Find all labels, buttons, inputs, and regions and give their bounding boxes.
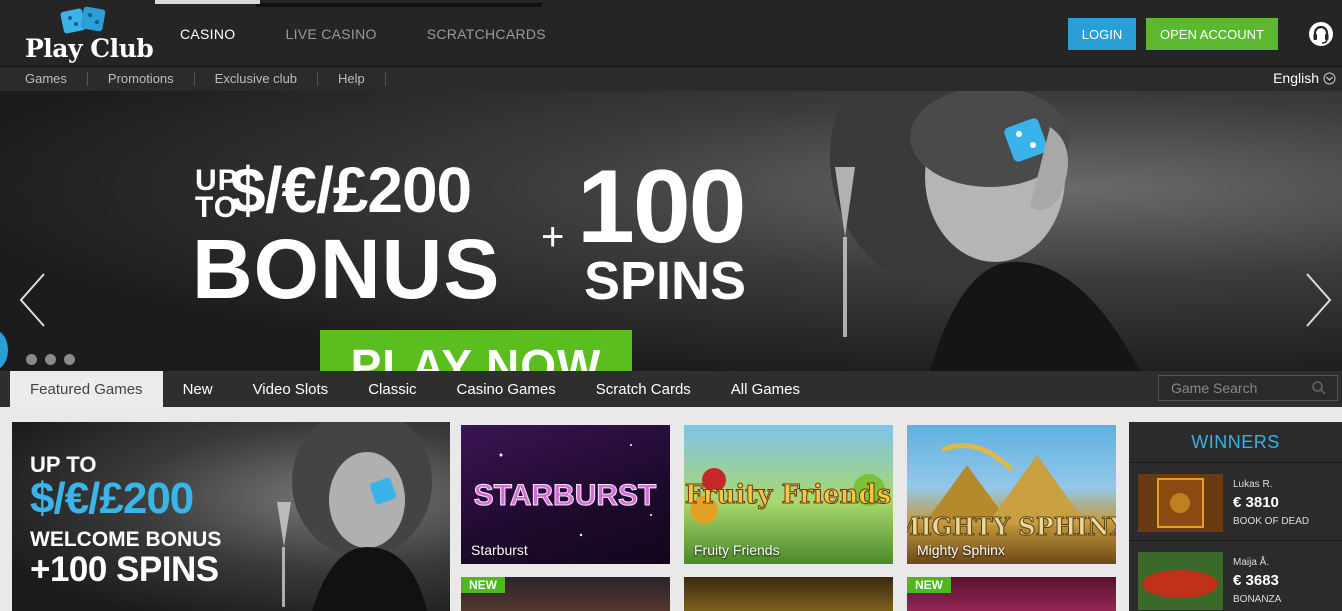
logo-text: Play Club (25, 34, 154, 63)
slider-dot[interactable] (26, 354, 37, 365)
game-tile[interactable] (684, 577, 893, 611)
game-tile-new[interactable]: NEW (461, 577, 670, 611)
game-search-input[interactable] (1159, 376, 1309, 400)
promo-welcome-bonus: WELCOME BONUS (30, 528, 222, 551)
subnav-exclusive-club[interactable]: Exclusive club (195, 72, 319, 86)
tab-featured-games[interactable]: Featured Games (10, 371, 163, 407)
fruity-friends-title: Fruity Friends (685, 480, 892, 510)
winner-amount: € 3683 (1233, 572, 1279, 589)
hero-woman-photo (830, 67, 1140, 371)
top-header: Play Club CASINO LIVE CASINO SCRATCHCARD… (0, 0, 1342, 67)
winners-title: WINNERS (1191, 431, 1280, 452)
tab-casino-games[interactable]: Casino Games (437, 371, 576, 407)
winner-game: BOOK OF DEAD (1233, 516, 1310, 527)
mighty-sphinx-title: MIGHTY SPHINX (907, 512, 1116, 541)
book-of-dead-thumbnail (1138, 474, 1223, 532)
welcome-bonus-promo[interactable]: UP TO $/€/£200 WELCOME BONUS +100 SPINS (12, 422, 450, 611)
hero-bonus-amount: $/€/£200 (230, 154, 472, 226)
top-nav: CASINO LIVE CASINO SCRATCHCARDS (155, 0, 571, 67)
game-name: Starburst (471, 542, 528, 558)
game-name: Mighty Sphinx (917, 542, 1005, 558)
new-badge: NEW (461, 577, 505, 593)
play-now-button[interactable]: PLAY NOW (320, 330, 632, 371)
hero-banner[interactable]: UP TO $/€/£200 BONUS + 100 SPINS PLAY NO… (0, 67, 1342, 371)
slider-dot[interactable] (64, 354, 75, 365)
starburst-title: STARBURST (474, 479, 657, 512)
game-tabs: Featured Games New Video Slots Classic C… (10, 371, 820, 407)
hero-plus-sign: + (541, 215, 565, 259)
winner-amount: € 3810 (1233, 494, 1279, 511)
game-tile-new[interactable]: NEW (907, 577, 1116, 611)
tab-live-casino[interactable]: LIVE CASINO (260, 0, 401, 67)
search-icon[interactable] (1311, 380, 1327, 396)
winner-game: BONANZA (1233, 594, 1282, 605)
slider-prev-icon[interactable] (18, 272, 48, 328)
subnav-games[interactable]: Games (0, 72, 88, 86)
game-tile-fruity-friends[interactable]: Fruity Friends Fruity Friends (684, 425, 893, 564)
subnav-promotions[interactable]: Promotions (88, 72, 195, 86)
headset-icon[interactable] (1308, 21, 1334, 47)
open-account-button[interactable]: OPEN ACCOUNT (1146, 18, 1278, 50)
dice-icon (60, 6, 106, 34)
login-button[interactable]: LOGIN (1068, 18, 1136, 50)
hero-spins-word: SPINS (584, 251, 747, 311)
winners-panel: WINNERS Lukas R. € 3810 BOOK OF DEAD Mai… (1129, 422, 1342, 611)
tab-new[interactable]: New (163, 371, 233, 407)
tab-classic[interactable]: Classic (348, 371, 436, 407)
winner-item[interactable]: Maija Å. € 3683 BONANZA (1129, 540, 1342, 611)
new-badge: NEW (907, 577, 951, 593)
hero-bonus-word: BONUS (192, 222, 501, 316)
games-content: UP TO $/€/£200 WELCOME BONUS +100 SPINS … (0, 407, 1342, 611)
hero-spins-count: 100 (577, 149, 747, 265)
tab-scratchcards[interactable]: SCRATCHCARDS (402, 0, 571, 67)
game-tile-starburst[interactable]: STARBURST Starburst (461, 425, 670, 564)
language-label: English (1273, 70, 1319, 86)
promo-amount: $/€/£200 (30, 474, 194, 523)
sub-nav: Games Promotions Exclusive club Help Eng… (0, 67, 1342, 91)
subnav-help[interactable]: Help (318, 72, 386, 86)
language-selector[interactable]: English (1273, 70, 1336, 86)
tab-scratch-cards[interactable]: Scratch Cards (576, 371, 711, 407)
promo-woman-photo (277, 422, 432, 611)
tab-casino[interactable]: CASINO (155, 0, 261, 67)
bonanza-thumbnail (1138, 552, 1223, 610)
slider-next-icon[interactable] (1303, 272, 1333, 328)
hero-up-to: UP TO (195, 164, 239, 224)
winner-item[interactable]: Lukas R. € 3810 BOOK OF DEAD (1129, 462, 1342, 540)
slider-dots (26, 354, 75, 365)
game-search (1158, 375, 1338, 401)
tab-all-games[interactable]: All Games (711, 371, 820, 407)
tab-video-slots[interactable]: Video Slots (233, 371, 349, 407)
game-name: Fruity Friends (694, 542, 780, 558)
winner-name: Lukas R. (1233, 479, 1273, 490)
game-tile-mighty-sphinx[interactable]: MIGHTY SPHINX Mighty Sphinx (907, 425, 1116, 564)
winner-name: Maija Å. (1233, 557, 1270, 568)
slider-dot[interactable] (45, 354, 56, 365)
promo-spins: +100 SPINS (30, 550, 219, 589)
game-category-bar: Featured Games New Video Slots Classic C… (0, 371, 1342, 407)
chevron-down-icon (1323, 72, 1336, 84)
play-club-logo[interactable]: Play Club (20, 6, 154, 63)
